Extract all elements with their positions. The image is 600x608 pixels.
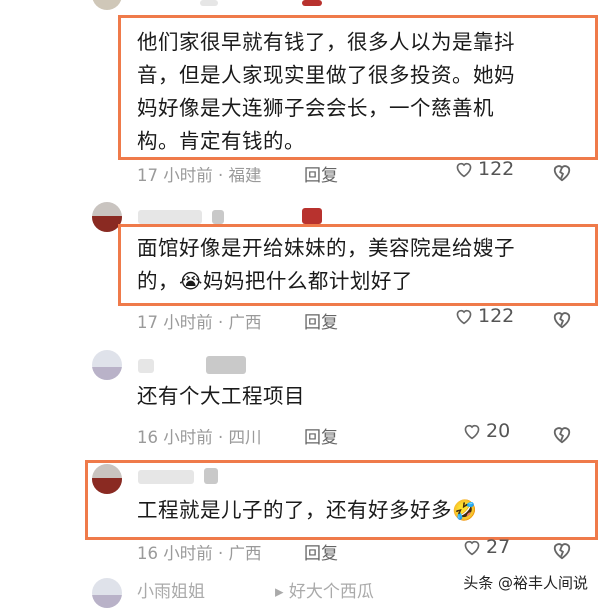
username-blurred-2	[206, 356, 246, 374]
username-blurred-2	[204, 468, 218, 484]
like-count: 122	[478, 305, 515, 327]
username-blurred[interactable]	[138, 210, 202, 224]
like-count: 27	[486, 536, 511, 558]
like-button[interactable]: 122	[454, 158, 514, 180]
heart-icon	[456, 162, 472, 178]
avatar[interactable]	[92, 464, 122, 494]
avatar[interactable]	[92, 578, 122, 608]
like-count: 20	[486, 420, 511, 442]
comment-text: 工程就是儿子的了，还有好多好多🤣	[137, 494, 477, 527]
next-comment-username[interactable]: 小雨姐姐	[137, 577, 205, 602]
next-comment-preview: ▸ 好大个西瓜	[275, 582, 374, 602]
heart-icon	[456, 309, 472, 325]
user-badge	[302, 208, 322, 224]
reply-button[interactable]: 回复	[304, 423, 338, 448]
username-blurred-2	[212, 210, 224, 224]
dislike-icon[interactable]	[551, 424, 573, 444]
laughing-emoji-icon: 🤣	[452, 498, 478, 522]
like-button[interactable]: 27	[462, 536, 510, 558]
comment-meta: 16 小时前 · 四川	[137, 428, 262, 447]
top-avatar-fragment	[92, 0, 122, 10]
comment-meta: 17 小时前 · 福建	[137, 166, 262, 185]
crying-emoji-icon: 😭	[179, 269, 203, 293]
dislike-icon[interactable]	[551, 309, 573, 329]
username-blurred[interactable]	[138, 359, 154, 373]
reply-button[interactable]: 回复	[304, 539, 338, 564]
comment-text-main: 工程就是儿子的了，还有好多好多	[137, 498, 452, 522]
reply-button[interactable]: 回复	[304, 161, 338, 186]
username-blurred[interactable]	[138, 470, 194, 484]
comment-text: 还有个大工程项目	[137, 384, 305, 408]
comment-text: 面馆好像是开给妹妹的，美容院是给嫂子 的，😭妈妈把什么都计划好了	[137, 232, 515, 298]
heart-icon	[464, 540, 480, 556]
dislike-icon[interactable]	[551, 162, 573, 182]
comment-text-part2: 妈妈把什么都计划好了	[202, 269, 413, 293]
heart-icon	[464, 424, 480, 440]
like-count: 122	[478, 158, 515, 180]
avatar[interactable]	[92, 350, 122, 380]
reply-button[interactable]: 回复	[304, 308, 338, 333]
top-badge-fragment	[302, 0, 322, 6]
watermark: 头条 @裕丰人间说	[459, 572, 592, 593]
like-button[interactable]: 122	[454, 305, 514, 327]
top-name-fragment	[200, 0, 218, 6]
like-button[interactable]: 20	[462, 420, 510, 442]
dislike-icon[interactable]	[551, 540, 573, 560]
comment-meta: 17 小时前 · 广西	[137, 313, 262, 332]
comment-meta: 16 小时前 · 广西	[137, 544, 262, 563]
comment-text: 他们家很早就有钱了，很多人以为是靠抖 音，但是人家现实里做了很多投资。她妈 妈好…	[137, 30, 515, 153]
